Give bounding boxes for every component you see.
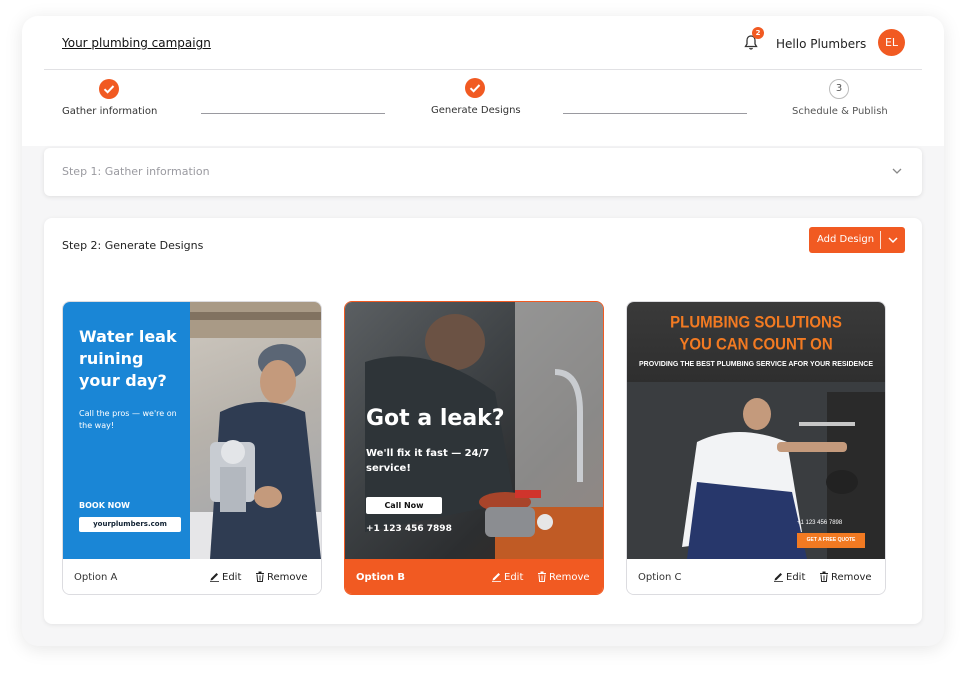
card-footer: Option A Edit Remove (63, 559, 321, 594)
design-headline: Water leak ruining your day? (79, 327, 177, 390)
option-label: Option A (74, 572, 118, 583)
design-phone: +1 123 456 7898 (797, 520, 843, 526)
step-2-check-icon (465, 78, 485, 98)
edit-button[interactable]: Edit (773, 571, 805, 583)
remove-button[interactable]: Remove (819, 571, 872, 583)
design-preview-c: PLUMBING SOLUTIONS YOU CAN COUNT ON PROV… (627, 302, 885, 559)
campaign-title-link[interactable]: Your plumbing campaign (62, 36, 211, 50)
remove-button[interactable]: Remove (255, 571, 308, 583)
plumber-photo (190, 302, 321, 559)
design-preview-a: Water leak ruining your day? Call the pr… (63, 302, 321, 559)
card-footer: Option C Edit Remove (627, 559, 885, 594)
step-3-label: Schedule & Publish (792, 106, 888, 117)
design-card-option-a[interactable]: Water leak ruining your day? Call the pr… (62, 301, 322, 595)
chevron-down-icon[interactable] (890, 164, 904, 178)
headline-line-1: PLUMBING SOLUTIONS (670, 313, 842, 332)
trash-icon (820, 571, 828, 582)
remove-button[interactable]: Remove (537, 571, 590, 583)
remove-label: Remove (831, 572, 872, 583)
design-cta: Call Now (366, 497, 442, 514)
edit-label: Edit (786, 572, 806, 583)
option-label: Option C (638, 572, 682, 583)
notification-badge: 2 (752, 27, 764, 39)
design-cta: BOOK NOW (79, 501, 131, 510)
design-phone: +1 123 456 7898 (366, 524, 452, 534)
remove-label: Remove (267, 572, 308, 583)
app-frame: Your plumbing campaign 2 Hello Plumbers … (22, 16, 944, 646)
edit-label: Edit (504, 572, 524, 583)
design-headline: PLUMBING SOLUTIONS YOU CAN COUNT ON (627, 312, 885, 356)
pencil-icon (774, 573, 783, 582)
design-url: yourplumbers.com (79, 517, 181, 532)
option-label: Option B (356, 572, 405, 583)
design-subtext: Call the pros — we're on the way! (79, 409, 177, 430)
remove-label: Remove (549, 572, 590, 583)
progress-stepper: Gather information Generate Designs 3 Sc… (22, 70, 944, 146)
step-2-panel: Step 2: Generate Designs Add Design Wate… (44, 218, 922, 624)
edit-button[interactable]: Edit (491, 571, 523, 583)
button-separator (880, 231, 881, 249)
design-subtext: We'll fix it fast — 24/7 service! (366, 448, 490, 474)
design-headline: Got a leak? (366, 406, 505, 431)
step-connector (563, 113, 747, 114)
design-card-option-c[interactable]: PLUMBING SOLUTIONS YOU CAN COUNT ON PROV… (626, 301, 886, 595)
step-2-label: Generate Designs (431, 105, 521, 116)
design-preview-b: Got a leak? We'll fix it fast — 24/7 ser… (345, 302, 603, 559)
add-design-button[interactable]: Add Design (809, 227, 905, 253)
top-bar: Your plumbing campaign 2 Hello Plumbers … (22, 16, 944, 70)
trash-icon (538, 571, 546, 582)
step-1-label: Gather information (62, 106, 158, 117)
step-1-check-icon (99, 79, 119, 99)
edit-label: Edit (222, 572, 242, 583)
design-cta: GET A FREE QUOTE (797, 533, 865, 548)
user-greeting: Hello Plumbers (776, 37, 867, 51)
step-connector (201, 113, 385, 114)
chevron-down-icon[interactable] (886, 233, 900, 247)
headline-line-2: YOU CAN COUNT ON (679, 335, 833, 354)
avatar[interactable]: EL (878, 29, 905, 56)
step-1-panel-header[interactable]: Step 1: Gather information (44, 148, 922, 196)
edit-button[interactable]: Edit (209, 571, 241, 583)
card-footer: Option B Edit Remove (345, 559, 603, 594)
step-3-number: 3 (829, 79, 849, 99)
design-card-option-b[interactable]: Got a leak? We'll fix it fast — 24/7 ser… (344, 301, 604, 595)
design-subtext: PROVIDING THE BEST PLUMBING SERVICE AFOR… (638, 361, 873, 368)
step-1-panel-title: Step 1: Gather information (62, 165, 210, 178)
pencil-icon (210, 573, 219, 582)
pencil-icon (492, 573, 501, 582)
add-design-label: Add Design (817, 234, 875, 245)
step-2-panel-title: Step 2: Generate Designs (62, 239, 204, 252)
trash-icon (256, 571, 264, 582)
